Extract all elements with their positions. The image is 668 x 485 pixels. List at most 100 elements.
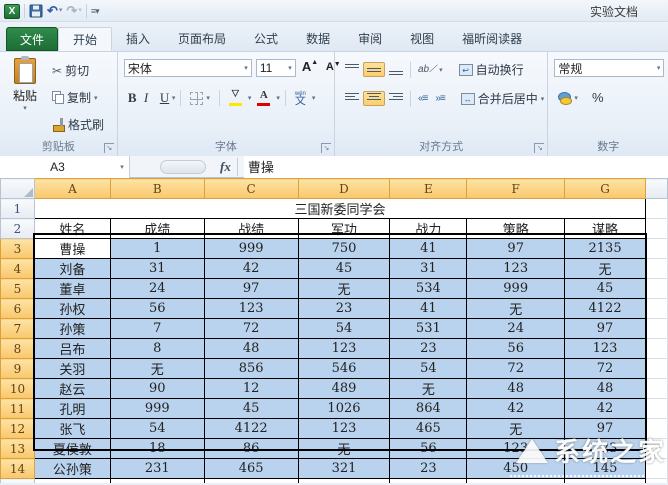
cell-G14[interactable]: 145 [565,459,646,479]
cell-E12[interactable]: 465 [390,419,467,439]
cell-C12[interactable]: 4122 [204,419,298,439]
cell-B15[interactable]: …… [110,479,204,484]
italic-button[interactable]: I [140,88,154,108]
row-header-3[interactable]: 3 [1,239,35,259]
row-header-8[interactable]: 8 [1,339,35,359]
cell-E5[interactable]: 534 [390,279,467,299]
name-box[interactable]: A3 ▾ [0,156,130,178]
cell-D15[interactable]: …… [298,479,390,484]
cell-H14[interactable] [645,459,667,479]
cell-G5[interactable]: 45 [565,279,646,299]
cell-D13[interactable]: 无 [298,439,390,459]
cell-B5[interactable]: 24 [110,279,204,299]
cell-G3[interactable]: 2135 [565,239,646,259]
cell-C14[interactable]: 465 [204,459,298,479]
cell-E6[interactable]: 41 [390,299,467,319]
cell-title-A1[interactable]: 三国新委同学会 [34,199,645,219]
cell-E15[interactable]: …… [390,479,467,484]
cell-E14[interactable]: 23 [390,459,467,479]
cell-D4[interactable]: 45 [298,259,390,279]
column-header-D[interactable]: D [298,179,390,199]
tab-页面布局[interactable]: 页面布局 [164,27,240,51]
tab-file[interactable]: 文件 [6,27,58,51]
cell-H9[interactable] [645,359,667,379]
cell-G9[interactable]: 72 [565,359,646,379]
font-color-button[interactable]: A [253,88,274,108]
font-name-select[interactable]: 宋体▾ [124,59,252,77]
cell-F10[interactable]: 48 [467,379,565,399]
cell-E2[interactable]: 战力 [390,219,467,239]
cell-F6[interactable]: 无 [467,299,565,319]
cell-G2[interactable]: 谋略 [565,219,646,239]
cell-F7[interactable]: 24 [467,319,565,339]
row-header-7[interactable]: 7 [1,319,35,339]
cell-G12[interactable]: 97 [565,419,646,439]
cell-H4[interactable] [645,259,667,279]
cell-A9[interactable]: 关羽 [34,359,110,379]
increase-indent-button[interactable]: »≡ [431,91,448,106]
cell-D7[interactable]: 54 [298,319,390,339]
wrap-text-button[interactable]: ↩自动换行 [455,59,528,80]
cell-C8[interactable]: 48 [204,339,298,359]
cell-F4[interactable]: 123 [467,259,565,279]
insert-function-button[interactable]: fx [220,159,231,175]
cell-H6[interactable] [645,299,667,319]
cell-B12[interactable]: 54 [110,419,204,439]
dialog-launcher-icon[interactable]: ↘ [104,143,114,153]
cell-B8[interactable]: 8 [110,339,204,359]
row-header-14[interactable]: 14 [1,459,35,479]
cell-A10[interactable]: 赵云 [34,379,110,399]
cell-G11[interactable]: 42 [565,399,646,419]
row-header-15[interactable]: 15 [1,479,35,484]
column-header-G[interactable]: G [565,179,646,199]
percent-style-button[interactable]: % [588,88,608,107]
tab-福昕阅读器[interactable]: 福昕阅读器 [448,27,536,51]
cell-C6[interactable]: 123 [204,299,298,319]
decrease-indent-button[interactable]: «≡ [414,91,431,106]
cell-G13[interactable]: 123 [565,439,646,459]
cell-A6[interactable]: 孙权 [34,299,110,319]
cell-A13[interactable]: 夏侯敦 [34,439,110,459]
column-header-extra[interactable] [645,179,667,199]
cell-E11[interactable]: 864 [390,399,467,419]
font-size-select[interactable]: 11▾ [256,59,296,77]
cell-C9[interactable]: 856 [204,359,298,379]
cell-H5[interactable] [645,279,667,299]
cell-H13[interactable] [645,439,667,459]
cell-B3[interactable]: 1 [110,239,204,259]
cell-F9[interactable]: 72 [467,359,565,379]
dialog-launcher-icon[interactable]: ↘ [534,143,544,153]
cell-H1[interactable] [645,199,667,219]
chevron-down-icon[interactable]: ▾ [172,94,176,102]
save-button[interactable] [29,4,43,18]
cell-D11[interactable]: 1026 [298,399,390,419]
row-header-10[interactable]: 10 [1,379,35,399]
cell-B4[interactable]: 31 [110,259,204,279]
cell-F5[interactable]: 999 [467,279,565,299]
cell-C3[interactable]: 999 [204,239,298,259]
cell-A3[interactable]: 曹操 [34,239,110,259]
cell-G8[interactable]: 123 [565,339,646,359]
cell-A11[interactable]: 孔明 [34,399,110,419]
phonetic-guide-button[interactable]: wén文 [291,89,310,107]
cell-C15[interactable]: …… [204,479,298,484]
column-header-E[interactable]: E [390,179,467,199]
redo-button[interactable]: ↷▾ [66,3,81,19]
cell-B11[interactable]: 999 [110,399,204,419]
cell-B10[interactable]: 90 [110,379,204,399]
fill-color-button[interactable]: 🜄 [225,88,246,108]
chevron-down-icon[interactable]: ▾ [276,94,280,102]
cell-G6[interactable]: 4122 [565,299,646,319]
cell-H11[interactable] [645,399,667,419]
cell-H3[interactable] [645,239,667,259]
tab-审阅[interactable]: 审阅 [344,27,396,51]
cell-G4[interactable]: 无 [565,259,646,279]
align-center-button[interactable] [363,91,385,106]
cell-D14[interactable]: 321 [298,459,390,479]
align-left-button[interactable] [341,91,363,106]
row-header-6[interactable]: 6 [1,299,35,319]
cell-F11[interactable]: 42 [467,399,565,419]
cell-H7[interactable] [645,319,667,339]
number-format-select[interactable]: 常规▾ [554,59,664,77]
cell-F13[interactable]: 123 [467,439,565,459]
